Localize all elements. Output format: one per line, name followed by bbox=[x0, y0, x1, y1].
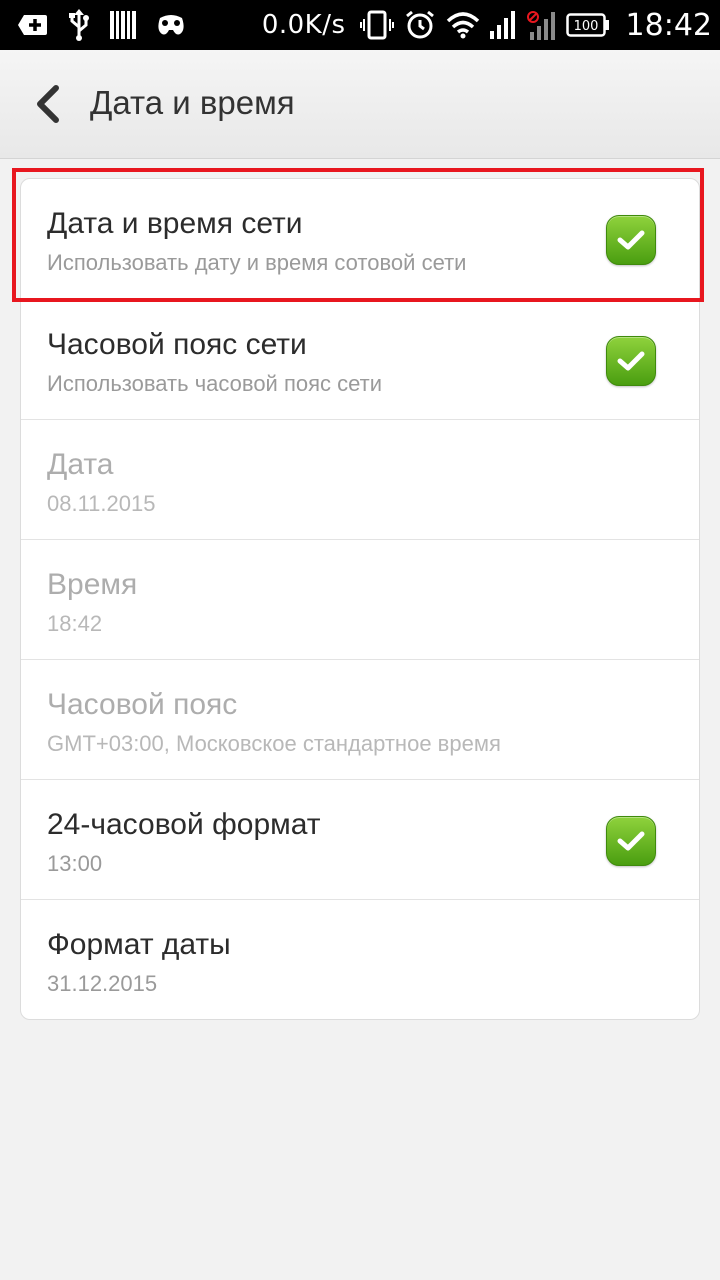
battery-level: 100 bbox=[573, 19, 598, 34]
setting-title: Дата bbox=[47, 448, 114, 481]
back-button[interactable] bbox=[22, 78, 72, 130]
barcode-icon bbox=[110, 0, 136, 50]
24-hour-format-checkbox[interactable] bbox=[606, 816, 656, 866]
checkmark-icon bbox=[617, 230, 645, 250]
setting-title: Часовой пояс сети bbox=[47, 328, 307, 361]
setting-title: 24-часовой формат bbox=[47, 808, 321, 841]
checkmark-icon bbox=[617, 831, 645, 851]
battery-icon: 100 bbox=[565, 0, 610, 50]
setting-subtitle: 13:00 bbox=[47, 851, 103, 876]
setting-subtitle: 18:42 bbox=[47, 611, 103, 636]
setting-subtitle: Использовать дату и время сотовой сети bbox=[47, 250, 467, 275]
setting-subtitle: 08.11.2015 bbox=[47, 491, 156, 516]
action-bar: Дата и время bbox=[0, 50, 720, 159]
status-bar-left-icons bbox=[18, 0, 186, 50]
settings-list: Дата и время сети Использовать дату и вр… bbox=[20, 178, 700, 1020]
status-bar-right-icons: 0.0K/s 100 18:42 bbox=[262, 0, 712, 50]
setting-subtitle: Использовать часовой пояс сети bbox=[47, 371, 382, 396]
usb-icon bbox=[68, 0, 90, 50]
page-title: Дата и время bbox=[90, 84, 295, 121]
vibrate-icon bbox=[359, 0, 394, 50]
chevron-left-icon bbox=[37, 85, 59, 123]
setting-24-hour-format[interactable]: 24-часовой формат 13:00 bbox=[21, 779, 699, 899]
alarm-icon bbox=[404, 0, 436, 50]
setting-title: Время bbox=[47, 568, 138, 601]
setting-date: Дата 08.11.2015 bbox=[21, 419, 699, 539]
checkmark-icon bbox=[617, 351, 645, 371]
setting-date-format[interactable]: Формат даты 31.12.2015 bbox=[21, 899, 699, 1019]
setting-title: Часовой пояс bbox=[47, 688, 238, 721]
setting-title: Формат даты bbox=[47, 928, 231, 961]
setting-subtitle: 31.12.2015 bbox=[47, 971, 158, 996]
setting-title: Дата и время сети bbox=[47, 207, 303, 240]
wifi-icon bbox=[446, 0, 480, 50]
setting-timezone: Часовой пояс GMT+03:00, Московское станд… bbox=[21, 659, 699, 779]
signal-blocked-icon bbox=[526, 0, 556, 50]
status-time: 18:42 bbox=[625, 7, 712, 43]
setting-network-timezone[interactable]: Часовой пояс сети Использовать часовой п… bbox=[21, 299, 699, 419]
network-speed: 0.0K/s bbox=[261, 10, 346, 40]
network-datetime-checkbox[interactable] bbox=[606, 215, 656, 265]
signal-icon bbox=[489, 0, 516, 50]
setting-time: Время 18:42 bbox=[21, 539, 699, 659]
setting-network-datetime[interactable]: Дата и время сети Использовать дату и вр… bbox=[21, 179, 699, 299]
status-bar: 0.0K/s 100 18:42 bbox=[0, 0, 720, 50]
gamepad-icon bbox=[156, 0, 186, 50]
network-timezone-checkbox[interactable] bbox=[606, 336, 656, 386]
setting-subtitle: GMT+03:00, Московское стандартное время bbox=[47, 731, 501, 756]
add-icon bbox=[18, 0, 48, 50]
